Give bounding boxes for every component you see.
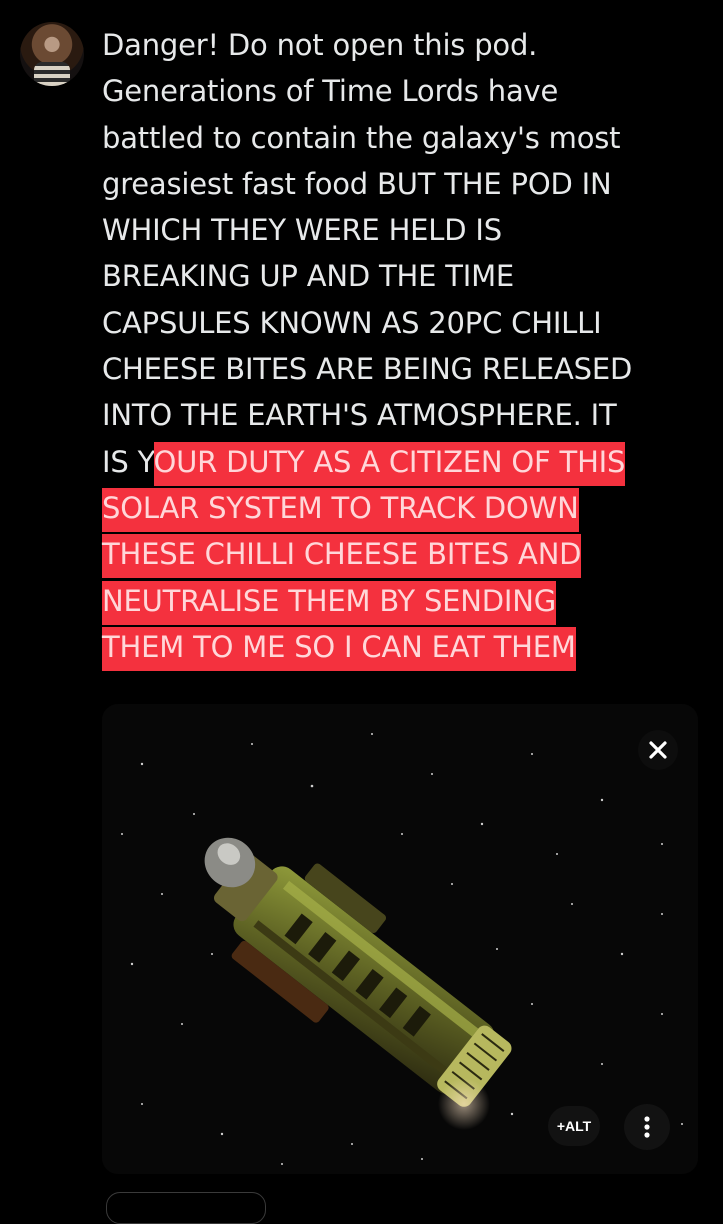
more-options-button[interactable] (624, 1104, 670, 1150)
bottom-action-pill[interactable] (106, 1192, 266, 1224)
alt-text-button[interactable]: +ALT (548, 1106, 600, 1146)
close-button[interactable] (638, 730, 678, 770)
avatar-shirt (34, 62, 70, 86)
space-pod-image (102, 704, 698, 1174)
post-text-plain: Danger! Do not open this pod. Generation… (102, 28, 633, 479)
engine-glow (438, 1078, 490, 1130)
close-icon (649, 741, 667, 759)
more-vertical-icon (644, 1116, 650, 1138)
post-image[interactable]: +ALT (102, 704, 698, 1174)
post-text: Danger! Do not open this pod. Generation… (102, 22, 702, 671)
avatar[interactable] (20, 22, 84, 86)
post-text-highlighted: OUR DUTY AS A CITIZEN OF THIS SOLAR SYST… (102, 441, 625, 671)
